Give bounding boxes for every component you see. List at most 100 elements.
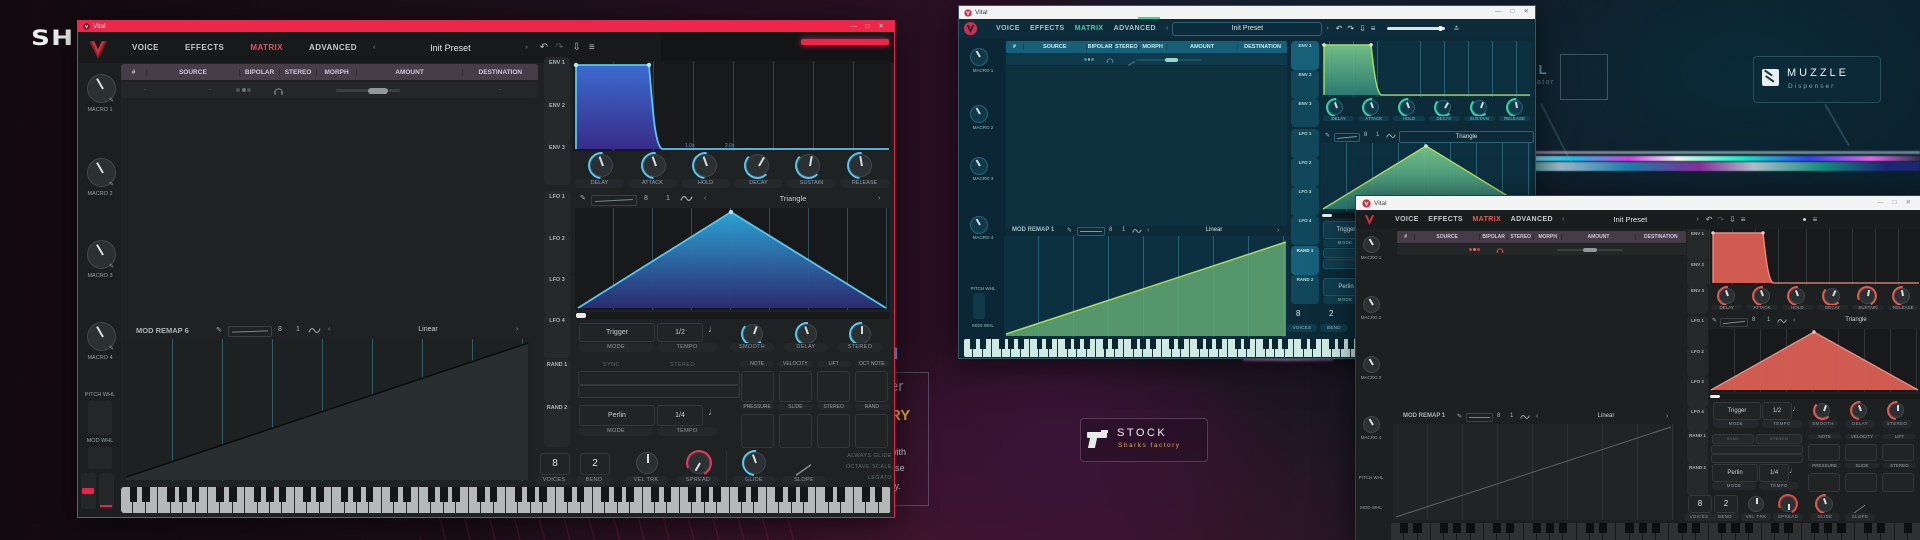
lfo-delay-knob[interactable] bbox=[1852, 403, 1867, 418]
black-key[interactable] bbox=[366, 487, 374, 502]
env-delay-knob[interactable] bbox=[590, 154, 613, 177]
env-hold-knob[interactable] bbox=[694, 154, 717, 177]
black-key[interactable] bbox=[664, 487, 672, 502]
amount-slider[interactable] bbox=[1136, 59, 1202, 61]
bipolar-icon[interactable] bbox=[236, 88, 251, 92]
spread-knob[interactable] bbox=[1780, 496, 1796, 512]
matrix-column-4[interactable]: MORPH bbox=[1533, 234, 1561, 240]
env1-tab[interactable]: ENV 1 bbox=[1687, 229, 1708, 260]
macro4-knob[interactable] bbox=[970, 216, 988, 234]
mpe-slider[interactable] bbox=[1845, 444, 1877, 461]
morph-icon[interactable] bbox=[1128, 54, 1135, 66]
black-key[interactable] bbox=[1338, 339, 1344, 349]
lfo-grid-x[interactable]: 8 bbox=[1752, 317, 1755, 323]
black-key[interactable] bbox=[527, 487, 535, 502]
mpe-slider[interactable] bbox=[817, 414, 850, 448]
bipolar-icon[interactable] bbox=[1084, 58, 1094, 61]
mpe-slider[interactable] bbox=[817, 371, 850, 402]
paint-curve-icon[interactable] bbox=[1132, 227, 1142, 235]
envelope-graph[interactable] bbox=[1321, 41, 1532, 97]
menu-icon[interactable]: ≡ bbox=[1741, 215, 1746, 224]
titlebar[interactable]: Vital —□✕ bbox=[959, 6, 1535, 19]
mpe-slider[interactable] bbox=[1882, 444, 1914, 461]
matrix-column-2[interactable]: BIPOLAR bbox=[1086, 44, 1114, 50]
bend-value[interactable]: 2 bbox=[1329, 309, 1333, 318]
env-release-knob[interactable] bbox=[1508, 100, 1523, 115]
titlebar[interactable]: Vital —□✕ bbox=[78, 21, 894, 32]
window-button-0[interactable]: — bbox=[850, 24, 857, 31]
lfo-phase-handle[interactable] bbox=[1710, 395, 1720, 398]
black-key[interactable] bbox=[1263, 339, 1269, 349]
black-key[interactable] bbox=[1131, 339, 1137, 349]
legato-toggle[interactable]: LEGATO bbox=[820, 475, 892, 481]
shape-prev-icon[interactable]: ‹ bbox=[1536, 413, 1538, 420]
lfo-shape-field[interactable]: Triangle bbox=[1399, 131, 1534, 143]
lfo-smooth-knob[interactable] bbox=[1815, 403, 1830, 418]
black-key[interactable] bbox=[775, 487, 783, 502]
black-key[interactable] bbox=[1206, 339, 1212, 349]
black-key[interactable] bbox=[1824, 523, 1832, 533]
remap-grid-x[interactable]: 8 bbox=[1109, 227, 1112, 233]
remap-range-icon[interactable] bbox=[228, 326, 272, 337]
black-key[interactable] bbox=[1784, 523, 1792, 533]
rand-mode-select[interactable]: Perlin bbox=[1712, 464, 1758, 482]
black-key[interactable] bbox=[1904, 523, 1912, 533]
black-key[interactable] bbox=[800, 487, 808, 502]
paint-curve-icon[interactable] bbox=[308, 326, 321, 335]
macro1-knob[interactable] bbox=[970, 48, 988, 66]
mpe-slider[interactable] bbox=[779, 371, 812, 402]
rand-mode-select[interactable]: Perlin bbox=[579, 405, 655, 426]
black-key[interactable] bbox=[1178, 339, 1184, 349]
volume-slider[interactable] bbox=[1387, 27, 1445, 30]
rand2-tab[interactable]: RAND 2 bbox=[1291, 275, 1319, 304]
lfo-range-icon[interactable] bbox=[591, 195, 637, 206]
bend-value[interactable]: 2 bbox=[1714, 495, 1738, 513]
matrix-column-5[interactable]: AMOUNT bbox=[1166, 44, 1237, 50]
matrix-column-2[interactable]: BIPOLAR bbox=[239, 69, 280, 76]
paint-curve-icon[interactable] bbox=[1777, 317, 1787, 325]
env-delay-knob[interactable] bbox=[1719, 288, 1735, 304]
matrix-column-3[interactable]: STEREO bbox=[1113, 44, 1138, 50]
black-key[interactable] bbox=[1546, 523, 1554, 533]
lfo-phase-strip[interactable] bbox=[575, 312, 889, 319]
lfo-tempo-value[interactable]: 1/2 bbox=[1762, 402, 1792, 420]
macro3-knob[interactable] bbox=[970, 157, 988, 175]
remap-graph[interactable] bbox=[1393, 424, 1674, 520]
tab-3[interactable]: ADVANCED bbox=[309, 43, 357, 52]
preset-next-icon[interactable]: › bbox=[525, 44, 527, 51]
note-icon[interactable]: ♩ bbox=[1792, 404, 1800, 413]
lfo-smooth-knob[interactable] bbox=[743, 324, 763, 344]
keyboard[interactable] bbox=[1391, 523, 1920, 540]
black-key[interactable] bbox=[515, 487, 523, 502]
row-source[interactable]: - bbox=[209, 87, 211, 93]
amount-thumb[interactable] bbox=[1583, 248, 1597, 252]
pencil-icon[interactable]: ✎ bbox=[216, 326, 222, 334]
black-key[interactable] bbox=[1652, 523, 1660, 533]
black-key[interactable] bbox=[1678, 523, 1686, 533]
rand1-tab[interactable]: RAND 1 bbox=[1291, 246, 1319, 275]
black-key[interactable] bbox=[1837, 523, 1845, 533]
black-key[interactable] bbox=[788, 487, 796, 502]
voices-value[interactable]: 8 bbox=[1296, 309, 1300, 318]
lfo-grid-y[interactable]: 1 bbox=[666, 195, 670, 202]
env-sustain-knob[interactable] bbox=[797, 154, 820, 177]
env1-tab[interactable]: ENV 1 bbox=[1291, 41, 1319, 70]
env3-tab[interactable]: ENV 3 bbox=[1687, 286, 1708, 314]
note-icon[interactable]: ♩ bbox=[1789, 466, 1797, 475]
black-key[interactable] bbox=[142, 487, 150, 502]
menu-icon[interactable]: ≡ bbox=[1371, 24, 1376, 33]
black-key[interactable] bbox=[1037, 339, 1043, 349]
vel-trk-knob[interactable] bbox=[636, 452, 658, 474]
black-key[interactable] bbox=[452, 487, 460, 502]
black-key[interactable] bbox=[1466, 523, 1474, 533]
note-icon[interactable]: ♩ bbox=[708, 407, 718, 418]
black-key[interactable] bbox=[1074, 339, 1080, 349]
lfo-shape[interactable]: Triangle bbox=[1826, 317, 1886, 323]
spread-knob[interactable] bbox=[688, 452, 710, 474]
volume-meter[interactable] bbox=[801, 39, 889, 45]
window-button-0[interactable]: — bbox=[1495, 9, 1502, 16]
black-key[interactable] bbox=[316, 487, 324, 502]
preset-field[interactable]: Init Preset bbox=[375, 43, 525, 53]
matrix-column-1[interactable]: SOURCE bbox=[1023, 44, 1086, 50]
black-key[interactable] bbox=[279, 487, 287, 502]
